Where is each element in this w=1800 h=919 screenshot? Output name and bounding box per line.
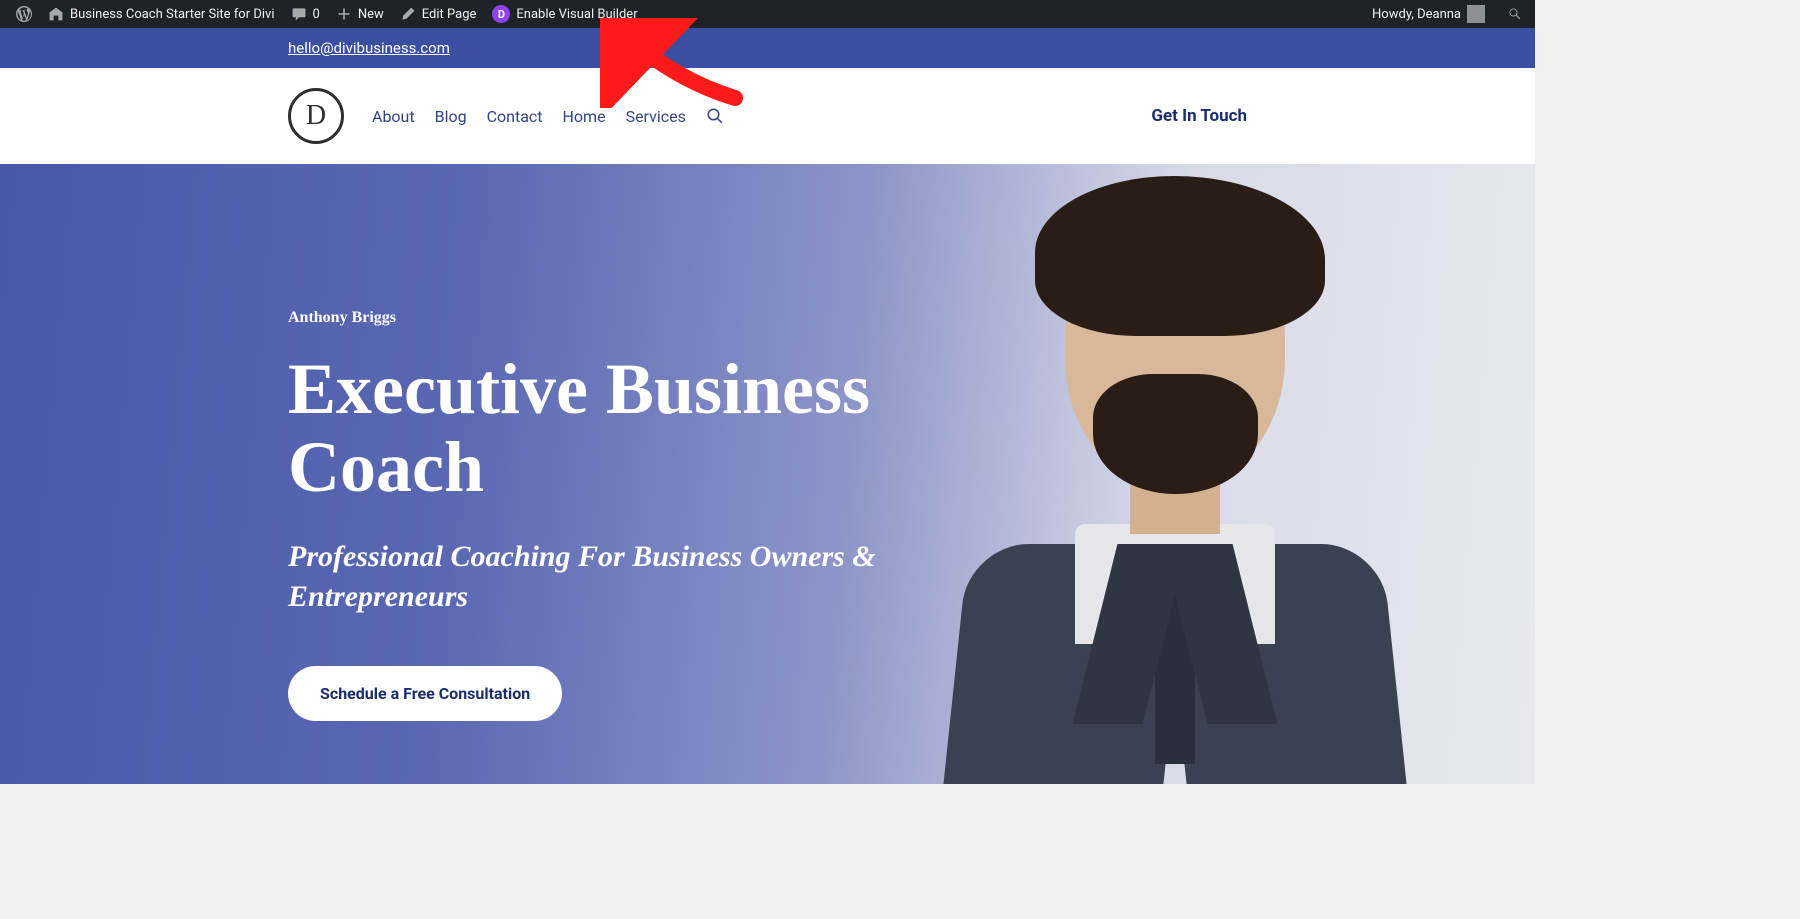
nav-search-button[interactable] (706, 107, 724, 125)
site-header: D About Blog Contact Home Services Get I… (0, 68, 1535, 164)
main-nav: About Blog Contact Home Services (372, 107, 724, 126)
header-cta[interactable]: Get In Touch (1151, 106, 1247, 126)
nav-services[interactable]: Services (626, 107, 686, 126)
comment-icon (291, 6, 307, 22)
pencil-icon (400, 6, 416, 22)
divi-icon: D (492, 5, 510, 23)
schedule-consultation-button[interactable]: Schedule a Free Consultation (288, 666, 562, 721)
nav-blog[interactable]: Blog (435, 107, 467, 126)
enable-visual-builder-label: Enable Visual Builder (516, 7, 637, 22)
wp-admin-bar: Business Coach Starter Site for Divi 0 N… (0, 0, 1535, 28)
edit-page-label: Edit Page (422, 7, 477, 22)
greeting-label: Howdy, Deanna (1372, 7, 1461, 22)
nav-home[interactable]: Home (563, 107, 606, 126)
search-icon (1507, 6, 1523, 22)
site-name-label: Business Coach Starter Site for Divi (70, 7, 275, 22)
account-menu[interactable]: Howdy, Deanna (1364, 0, 1493, 28)
new-content-menu[interactable]: New (328, 0, 392, 28)
site-logo[interactable]: D (288, 88, 344, 144)
edit-page-menu[interactable]: Edit Page (392, 0, 485, 28)
admin-bar-left: Business Coach Starter Site for Divi 0 N… (8, 0, 646, 28)
wordpress-icon (16, 6, 32, 22)
header-left: D About Blog Contact Home Services (288, 88, 724, 144)
plus-icon (336, 6, 352, 22)
contact-bar: hello@divibusiness.com (0, 28, 1535, 68)
contact-email-link[interactable]: hello@divibusiness.com (288, 39, 450, 57)
wp-logo-menu[interactable] (8, 0, 40, 28)
hero-subtitle: Professional Coaching For Business Owner… (288, 537, 928, 618)
nav-about[interactable]: About (372, 107, 415, 126)
hero-content: Anthony Briggs Executive Business Coach … (288, 309, 928, 721)
hero-person-image (945, 184, 1405, 784)
comments-count: 0 (313, 7, 320, 22)
nav-contact[interactable]: Contact (487, 107, 543, 126)
hero-title: Executive Business Coach (288, 351, 928, 507)
search-icon (706, 107, 724, 125)
new-label: New (358, 7, 384, 22)
hero-section: Anthony Briggs Executive Business Coach … (0, 164, 1535, 784)
hero-kicker: Anthony Briggs (288, 309, 928, 327)
home-icon (48, 6, 64, 22)
avatar-icon (1467, 5, 1485, 23)
enable-visual-builder-menu[interactable]: D Enable Visual Builder (484, 0, 645, 28)
admin-search[interactable] (1503, 0, 1527, 28)
site-name-menu[interactable]: Business Coach Starter Site for Divi (40, 0, 283, 28)
comments-menu[interactable]: 0 (283, 0, 328, 28)
admin-bar-right: Howdy, Deanna (1364, 0, 1527, 28)
